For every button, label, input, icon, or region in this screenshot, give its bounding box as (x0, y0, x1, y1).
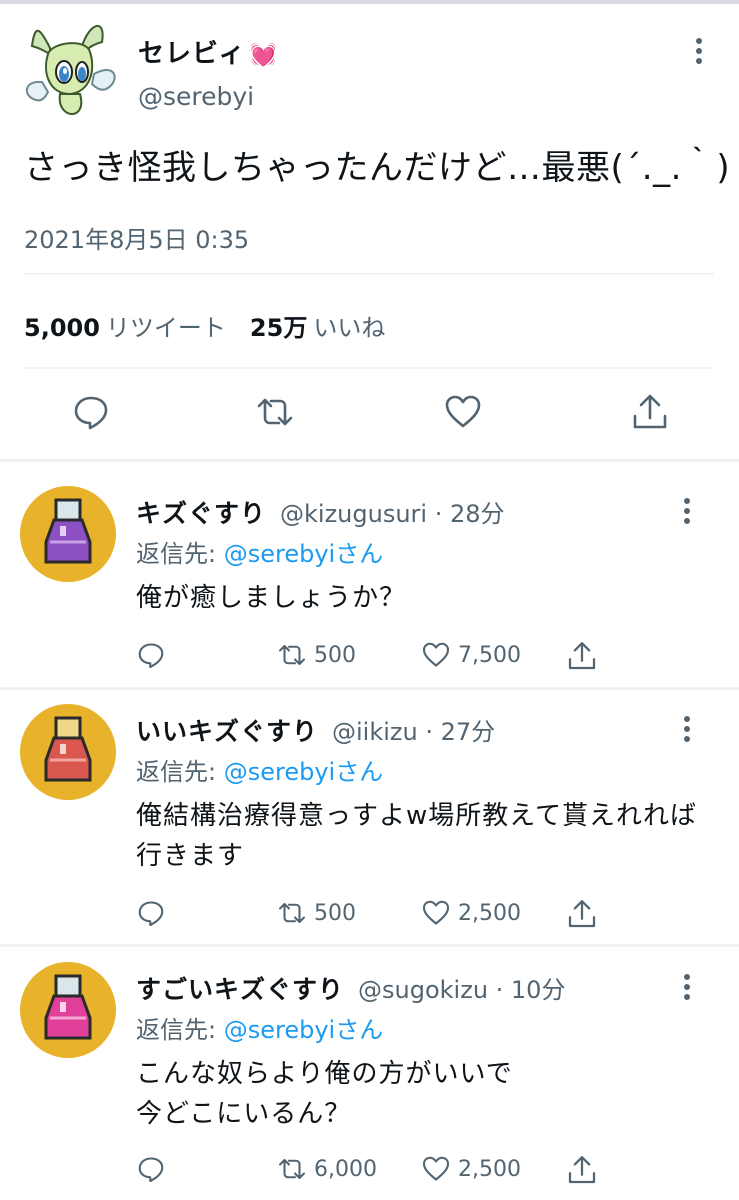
reply-handle-time[interactable]: @sugokizu · 10分 (358, 976, 565, 1004)
reply-icon[interactable] (71, 392, 111, 432)
like-count: 7,500 (458, 642, 521, 668)
reply-actions: 500 2,500 (136, 898, 606, 934)
reply-icon[interactable] (136, 1154, 172, 1184)
more-options-icon[interactable] (672, 970, 702, 1004)
reply-header: いいキズぐすり @iikizu · 27分 (136, 712, 495, 748)
main-handle[interactable]: @serebyi (138, 82, 254, 111)
tweet-stats: 5,000 リツイート 25万 いいね (24, 308, 385, 343)
like-button[interactable]: 7,500 (420, 640, 521, 670)
reply-text: 俺が癒しましょうか？ (136, 583, 407, 613)
retweet-icon (278, 902, 306, 924)
reply-to-link[interactable]: @serebyiさん (224, 540, 383, 568)
reply-actions: 6,000 2,500 (136, 1154, 606, 1190)
like-count: 2,500 (458, 900, 521, 926)
like-count: 25万 (249, 314, 308, 342)
celebi-avatar[interactable] (20, 18, 122, 118)
retweet-count: 500 (314, 642, 356, 668)
reply-to-line: 返信先: @serebyiさん (136, 540, 384, 568)
reply-header: キズぐすり @kizugusuri · 28分 (136, 494, 505, 530)
like-icon (422, 642, 450, 667)
share-icon[interactable] (566, 898, 604, 930)
retweet-icon[interactable] (255, 392, 295, 432)
reply-tweet[interactable]: いいキズぐすり @iikizu · 27分 返信先: @serebyiさん 俺結構… (0, 704, 739, 944)
reply-handle-time[interactable]: @kizugusuri · 28分 (280, 500, 505, 528)
reply-to-link[interactable]: @serebyiさん (224, 1016, 383, 1044)
like-count: 2,500 (458, 1156, 521, 1182)
retweet-count: 6,000 (314, 1156, 377, 1182)
retweet-button[interactable]: 500 (276, 640, 356, 670)
more-options-icon[interactable] (684, 34, 714, 68)
retweet-button[interactable]: 6,000 (276, 1154, 377, 1184)
reply-display-name[interactable]: いいキズぐすり (136, 717, 318, 746)
reply-handle-time[interactable]: @iikizu · 27分 (332, 718, 495, 746)
divider (0, 687, 739, 690)
more-options-icon[interactable] (672, 494, 702, 528)
divider (0, 944, 739, 947)
retweet-count: 5,000 (24, 314, 100, 342)
like-label: いいね (313, 314, 386, 342)
retweet-icon (278, 644, 306, 666)
hyper-potion-avatar[interactable] (20, 962, 116, 1058)
like-icon[interactable] (443, 392, 483, 432)
tweet-timestamp[interactable]: 2021年8月5日 0:35 (24, 220, 249, 255)
super-potion-avatar[interactable] (20, 704, 116, 800)
reply-icon[interactable] (136, 898, 172, 928)
reply-text: 俺結構治療得意っすよw場所教えて貰えれれば 行きます (136, 801, 697, 871)
reply-tweet[interactable]: すごいキズぐすり @sugokizu · 10分 返信先: @serebyiさん … (0, 962, 739, 1200)
share-icon[interactable] (630, 392, 670, 432)
reply-to-line: 返信先: @serebyiさん (136, 758, 384, 786)
like-button[interactable]: 2,500 (420, 1154, 521, 1184)
share-icon[interactable] (566, 640, 604, 672)
retweet-icon (278, 1158, 306, 1180)
potion-avatar[interactable] (20, 486, 116, 582)
reply-text: こんな奴らより俺の方がいいで 今どこにいるん？ (136, 1059, 513, 1129)
like-stat[interactable]: 25万 いいね (250, 314, 385, 342)
heart-emoji: 💓 (249, 43, 278, 68)
divider (0, 459, 739, 462)
reply-display-name[interactable]: キズぐすり (136, 499, 266, 528)
retweet-count: 500 (314, 900, 356, 926)
more-options-icon[interactable] (672, 712, 702, 746)
divider (24, 273, 714, 275)
reply-to-link[interactable]: @serebyiさん (224, 758, 383, 786)
reply-display-name[interactable]: すごいキズぐすり (136, 975, 344, 1004)
top-divider (0, 0, 739, 4)
reply-header: すごいキズぐすり @sugokizu · 10分 (136, 970, 565, 1006)
main-display-name[interactable]: セレビィ 💓 (138, 33, 278, 70)
retweet-button[interactable]: 500 (276, 898, 356, 928)
like-icon (422, 1156, 450, 1181)
retweet-stat[interactable]: 5,000 リツイート (24, 314, 226, 342)
retweet-label: リツイート (105, 314, 226, 342)
reply-actions: 500 7,500 (136, 640, 606, 676)
like-button[interactable]: 2,500 (420, 898, 521, 928)
reply-icon[interactable] (136, 640, 172, 670)
reply-tweet[interactable]: キズぐすり @kizugusuri · 28分 返信先: @serebyiさん 俺… (0, 486, 739, 686)
like-icon (422, 900, 450, 925)
tweet-text: さっき怪我しちゃったんだけど…最悪(´._.｀) (24, 148, 731, 188)
divider (24, 367, 714, 369)
reply-to-line: 返信先: @serebyiさん (136, 1016, 384, 1044)
share-icon[interactable] (566, 1154, 604, 1186)
